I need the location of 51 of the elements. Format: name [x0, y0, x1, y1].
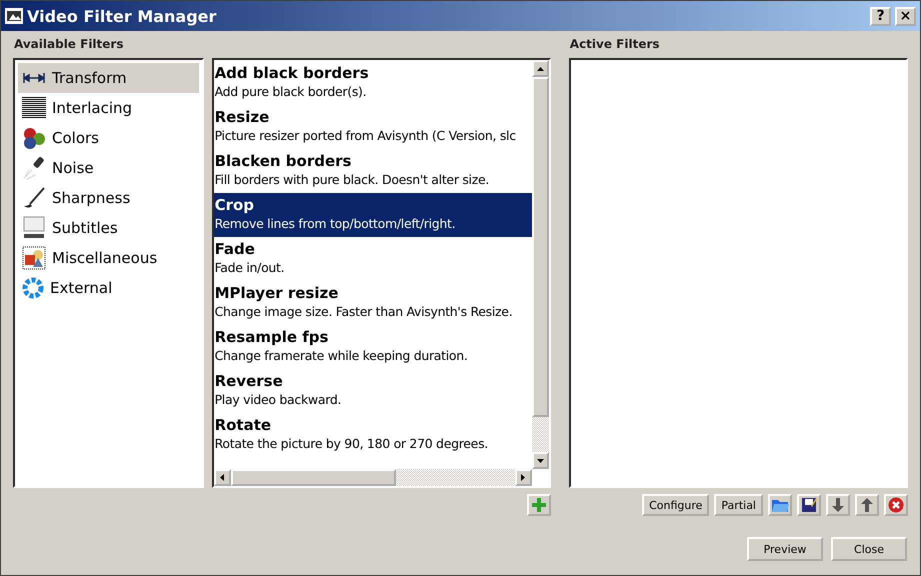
category-item[interactable]: Noise	[18, 153, 199, 183]
filter-item[interactable]: MPlayer resize Change image size. Faster than Avisynth's Resize.	[214, 281, 532, 325]
dialog-button[interactable]: Close	[831, 537, 907, 561]
open-button[interactable]	[768, 494, 792, 516]
dialog-button[interactable]: Preview	[747, 537, 823, 561]
panel-label: Available Filters	[14, 37, 124, 53]
brush-icon	[22, 186, 46, 210]
filter-item[interactable]: Blacken borders Fill borders with pure black. Doesn't alter size.	[214, 149, 532, 193]
help-button[interactable]: ?	[870, 6, 891, 26]
down-arrow-icon	[536, 458, 544, 462]
filter-item[interactable]: Reverse Play video backward.	[214, 369, 532, 413]
spheres-icon	[22, 126, 46, 150]
folder-icon	[771, 497, 789, 513]
filter-item[interactable]: Resample fps Change framerate while keeping duration.	[214, 325, 532, 369]
move-down-button[interactable]	[826, 494, 850, 516]
category-item[interactable]: Subtitles	[18, 213, 199, 243]
right-arrow-icon	[521, 474, 526, 481]
window-title: Video Filter Manager	[27, 6, 218, 26]
category-item[interactable]: External	[18, 273, 199, 303]
down-arrow-icon	[831, 497, 845, 513]
filter-item[interactable]: Crop Remove lines from top/bottom/left/right.	[214, 193, 532, 237]
remove-icon	[888, 497, 904, 513]
category-item[interactable]: Miscellaneous	[18, 243, 199, 273]
save-button[interactable]	[797, 494, 821, 516]
subtitle-frame-icon	[22, 216, 46, 240]
spray-can-icon	[22, 156, 46, 180]
close-button[interactable]: ×	[895, 6, 916, 26]
action-button[interactable]: Partial	[714, 494, 763, 516]
remove-button[interactable]	[884, 494, 908, 516]
shapes-icon	[22, 246, 46, 270]
move-up-button[interactable]	[855, 494, 879, 516]
category-item[interactable]: Sharpness	[18, 183, 199, 213]
category-item[interactable]: Interlacing	[18, 93, 199, 123]
panel-label: Active Filters	[570, 37, 661, 53]
filter-item[interactable]: Rotate Rotate the picture by 90, 180 or 270 degrees.	[214, 413, 532, 457]
filter-item[interactable]: Fade Fade in/out.	[214, 237, 532, 281]
plus-icon	[530, 497, 547, 513]
vertical-scrollbar[interactable]	[532, 60, 549, 469]
category-item[interactable]: Colors	[18, 123, 199, 153]
up-arrow-icon	[536, 66, 544, 70]
double-arrow-icon	[22, 72, 46, 84]
up-arrow-icon	[860, 497, 874, 513]
action-button[interactable]: Configure	[642, 494, 710, 516]
horizontal-scrollbar[interactable]	[214, 469, 532, 486]
stripes-icon	[22, 97, 46, 119]
filter-item[interactable]: Add black borders Add pure black border(s).	[214, 61, 532, 105]
category-item[interactable]: Transform	[18, 63, 199, 93]
add-button[interactable]	[526, 494, 551, 516]
left-arrow-icon	[220, 474, 224, 481]
gear-icon	[22, 277, 44, 299]
filter-item[interactable]: Resize Picture resizer ported from Avisynth (C Version, slc	[214, 105, 532, 149]
